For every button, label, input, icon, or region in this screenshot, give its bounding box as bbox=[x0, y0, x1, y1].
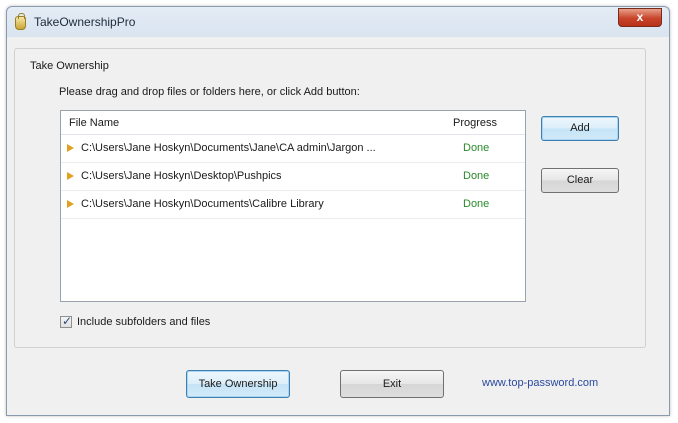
row-status: Done bbox=[463, 170, 490, 182]
padlock-icon bbox=[15, 13, 26, 30]
take-ownership-button[interactable]: Take Ownership bbox=[186, 370, 290, 398]
include-subfolders-checkbox[interactable]: ✓ bbox=[60, 314, 73, 328]
group-title: Take Ownership bbox=[30, 60, 109, 72]
table-row[interactable]: C:\Users\Jane Hoskyn\Documents\Jane\CA a… bbox=[61, 135, 525, 163]
file-list[interactable]: File Name Progress C:\Users\Jane Hoskyn\… bbox=[60, 110, 526, 302]
arrow-icon bbox=[67, 200, 74, 208]
arrow-icon bbox=[67, 172, 74, 180]
arrow-icon bbox=[67, 144, 74, 152]
close-button[interactable]: x bbox=[618, 8, 662, 27]
window-title: TakeOwnershipPro bbox=[34, 15, 136, 29]
table-row[interactable]: C:\Users\Jane Hoskyn\Desktop\Pushpics Do… bbox=[61, 163, 525, 191]
close-icon: x bbox=[636, 10, 644, 24]
instructions-text: Please drag and drop files or folders he… bbox=[59, 86, 360, 98]
website-link[interactable]: www.top-password.com bbox=[482, 377, 598, 389]
table-row[interactable]: C:\Users\Jane Hoskyn\Documents\Calibre L… bbox=[61, 191, 525, 219]
title-bar[interactable]: TakeOwnershipPro x bbox=[7, 7, 669, 37]
clear-button[interactable]: Clear bbox=[541, 168, 619, 193]
row-status: Done bbox=[463, 142, 490, 154]
row-path: C:\Users\Jane Hoskyn\Documents\Jane\CA a… bbox=[81, 142, 376, 154]
row-path: C:\Users\Jane Hoskyn\Documents\Calibre L… bbox=[81, 198, 324, 210]
exit-button[interactable]: Exit bbox=[340, 370, 444, 398]
checkmark-icon: ✓ bbox=[62, 314, 73, 328]
column-header-progress[interactable]: Progress bbox=[453, 117, 497, 129]
include-subfolders-label[interactable]: Include subfolders and files bbox=[77, 316, 210, 328]
column-header-file-name[interactable]: File Name bbox=[69, 117, 119, 129]
row-status: Done bbox=[463, 198, 490, 210]
add-button[interactable]: Add bbox=[541, 116, 619, 141]
list-header: File Name Progress bbox=[61, 111, 525, 135]
row-path: C:\Users\Jane Hoskyn\Desktop\Pushpics bbox=[81, 170, 282, 182]
